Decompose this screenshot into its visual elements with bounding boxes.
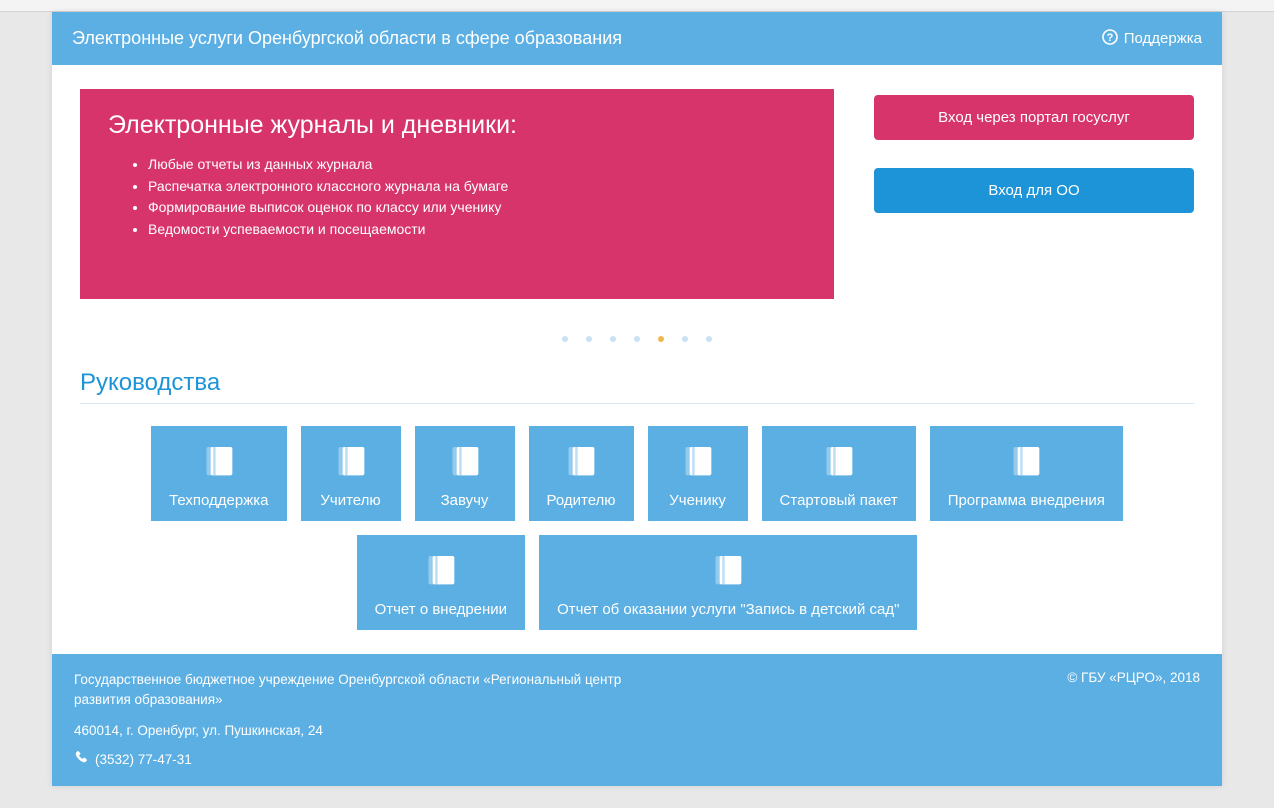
- carousel-dot[interactable]: [682, 336, 688, 342]
- guide-tile-label: Программа внедрения: [948, 492, 1105, 509]
- carousel-dot[interactable]: [562, 336, 568, 342]
- page-container: Электронные услуги Оренбургской области …: [52, 12, 1222, 786]
- guide-tile-label: Техподдержка: [169, 492, 268, 509]
- guide-tile[interactable]: Учителю: [301, 426, 401, 521]
- footer-phone-number: (3532) 77-47-31: [95, 752, 192, 767]
- divider: [80, 403, 1194, 404]
- guide-tile[interactable]: Стартовый пакет: [762, 426, 916, 521]
- support-label: Поддержка: [1124, 30, 1202, 47]
- hero-bullet: Формирование выписок оценок по классу ил…: [148, 197, 806, 219]
- guide-tile-label: Отчет об оказании услуги "Запись в детск…: [557, 601, 899, 618]
- guide-tile[interactable]: Программа внедрения: [930, 426, 1123, 521]
- support-link[interactable]: ? Поддержка: [1102, 29, 1202, 49]
- footer-phone: (3532) 77-47-31: [74, 750, 1200, 768]
- top-header: Электронные услуги Оренбургской области …: [52, 12, 1222, 65]
- guide-tile[interactable]: Родителю: [529, 426, 634, 521]
- guides-section: Руководства Техподдержка Учителю Завучу Род…: [80, 369, 1194, 630]
- main-content: Электронные журналы и дневники: Любые от…: [52, 65, 1222, 654]
- footer-top: Государственное бюджетное учреждение Оре…: [74, 670, 1200, 709]
- guides-heading: Руководства: [80, 369, 1194, 397]
- hero-title: Электронные журналы и дневники:: [108, 111, 806, 140]
- site-title: Электронные услуги Оренбургской области …: [72, 28, 622, 49]
- guide-tile[interactable]: Завучу: [415, 426, 515, 521]
- hero-bullet: Любые отчеты из данных журнала: [148, 154, 806, 176]
- book-icon: [1006, 442, 1046, 482]
- book-icon: [678, 442, 718, 482]
- hero-panel: Электронные журналы и дневники: Любые от…: [80, 89, 834, 299]
- footer-copyright: © ГБУ «РЦРО», 2018: [1067, 670, 1200, 685]
- guide-tile-label: Завучу: [433, 492, 497, 509]
- footer-org: Государственное бюджетное учреждение Оре…: [74, 670, 634, 709]
- book-icon: [819, 442, 859, 482]
- carousel-dot[interactable]: [706, 336, 712, 342]
- guide-tile[interactable]: Отчет о внедрении: [357, 535, 526, 630]
- carousel-dot[interactable]: [634, 336, 640, 342]
- guides-row-2: Отчет о внедрении Отчет об оказании услуг…: [80, 535, 1194, 630]
- book-icon: [421, 551, 461, 591]
- footer-address: 460014, г. Оренбург, ул. Пушкинская, 24: [74, 723, 1200, 738]
- guides-row-1: Техподдержка Учителю Завучу Родителю Ученику…: [80, 426, 1194, 521]
- browser-chrome: [0, 0, 1274, 12]
- book-icon: [708, 551, 748, 591]
- carousel-dot[interactable]: [586, 336, 592, 342]
- hero-bullet-list: Любые отчеты из данных журнала Распечатк…: [108, 154, 806, 241]
- guide-tile[interactable]: Ученику: [648, 426, 748, 521]
- svg-text:?: ?: [1106, 32, 1113, 44]
- guide-tile[interactable]: Техподдержка: [151, 426, 286, 521]
- carousel-dot[interactable]: [658, 336, 664, 342]
- guide-tile-label: Учителю: [319, 492, 383, 509]
- gosuslugi-login-button[interactable]: Вход через портал госуслуг: [874, 95, 1194, 140]
- guide-tile-label: Отчет о внедрении: [375, 601, 508, 618]
- login-buttons: Вход через портал госуслуг Вход для ОО: [874, 89, 1194, 299]
- carousel-indicators: [80, 329, 1194, 345]
- book-icon: [561, 442, 601, 482]
- guide-tile-label: Стартовый пакет: [780, 492, 898, 509]
- book-icon: [445, 442, 485, 482]
- guide-tile[interactable]: Отчет об оказании услуги "Запись в детск…: [539, 535, 917, 630]
- phone-icon: [74, 750, 89, 768]
- guide-tile-label: Родителю: [547, 492, 616, 509]
- help-icon: ?: [1102, 29, 1118, 49]
- hero-bullet: Распечатка электронного классного журнал…: [148, 176, 806, 198]
- hero-row: Электронные журналы и дневники: Любые от…: [80, 89, 1194, 299]
- carousel-dot[interactable]: [610, 336, 616, 342]
- book-icon: [199, 442, 239, 482]
- hero-bullet: Ведомости успеваемости и посещаемости: [148, 219, 806, 241]
- footer: Государственное бюджетное учреждение Оре…: [52, 654, 1222, 786]
- oo-login-button[interactable]: Вход для ОО: [874, 168, 1194, 213]
- book-icon: [331, 442, 371, 482]
- guide-tile-label: Ученику: [666, 492, 730, 509]
